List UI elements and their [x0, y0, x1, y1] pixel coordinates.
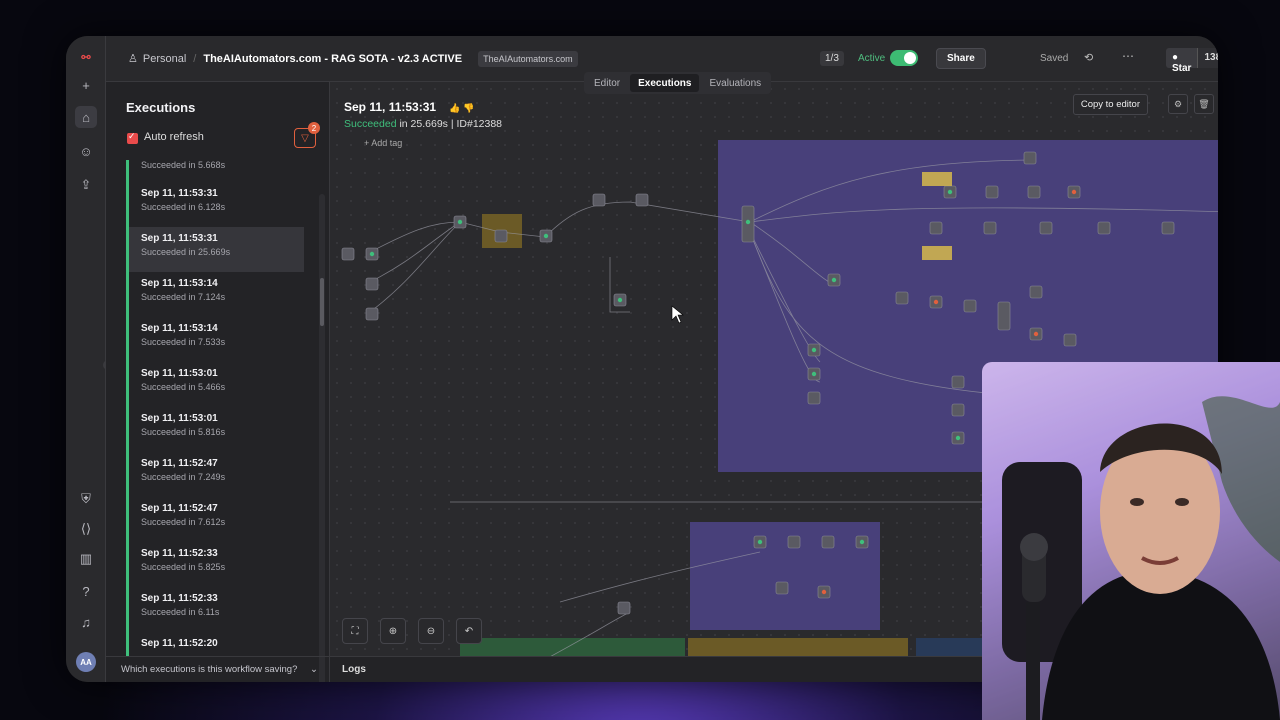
canvas-toolbar: ⛶ ⊕ ⊖ ↶ [342, 618, 482, 644]
reset-icon[interactable]: ↶ [456, 618, 482, 644]
list-item[interactable]: Sep 11, 11:53:14 Succeeded in 7.533s [126, 317, 304, 362]
list-item[interactable]: Sep 11, 11:52:20 [126, 632, 304, 656]
execution-status: Succeeded in 7.612s [141, 517, 226, 527]
zoom-out-icon[interactable]: ⊖ [418, 618, 444, 644]
sidebar-title: Executions [126, 100, 196, 115]
list-item[interactable]: Sep 11, 11:53:14 Succeeded in 7.124s [126, 272, 304, 317]
execution-date: Sep 11, 11:53:01 [141, 368, 218, 379]
execution-status: Succeeded in 5.825s [141, 562, 226, 572]
execution-status: Succeeded in 5.466s [141, 382, 226, 392]
github-icon: ● [1172, 52, 1179, 63]
github-star-count: 138,482 [1197, 48, 1218, 68]
logs-label: Logs [342, 664, 366, 675]
icon-sidebar: ⚯ + ⌂ ☺ ⇪ ⛨ ⟨⟩ ▥ ? ♫ AA [66, 36, 106, 682]
execution-date: Sep 11, 11:52:47 [141, 503, 218, 514]
share-button[interactable]: Share [936, 48, 986, 69]
execution-status: Succeeded in 5.668s [141, 160, 226, 170]
history-icon[interactable]: ⟲ [1084, 51, 1093, 64]
saved-status: Saved [1040, 53, 1069, 64]
list-item[interactable]: Succeeded in 5.668s [126, 160, 304, 182]
execution-status: Succeeded in 7.124s [141, 292, 226, 302]
tab-executions[interactable]: Executions [630, 74, 700, 92]
scrollbar-thumb[interactable] [320, 278, 324, 326]
share-icon[interactable]: ⇪ [75, 174, 97, 196]
github-star-button[interactable]: ● Star 138,482 [1166, 48, 1218, 74]
person-icon: ♙ [128, 53, 138, 65]
settings-icon[interactable]: ⚙ [1168, 94, 1188, 114]
tab-editor[interactable]: Editor [586, 74, 628, 92]
n8n-logo-icon[interactable]: ⚯ [75, 46, 97, 68]
status-word: Succeeded [344, 118, 397, 130]
execution-date: Sep 11, 11:52:33 [141, 593, 218, 604]
group-document-enrichment [688, 638, 908, 656]
auto-refresh-label[interactable]: Auto refresh [144, 131, 204, 143]
plus-icon[interactable]: + [75, 74, 97, 96]
status-detail: in 25.669s | ID#12388 [396, 118, 503, 130]
execution-status: Succeeded in 6.128s [141, 202, 226, 212]
execution-date: Sep 11, 11:52:33 [141, 548, 218, 559]
execution-status: Succeeded in 6.11s [141, 607, 220, 617]
active-label: Active [858, 53, 886, 64]
execution-status: Succeeded in 7.249s [141, 472, 226, 482]
execution-status-line: Succeeded in 25.669s | ID#12388 [344, 118, 502, 130]
version-counter: 1/3 [820, 51, 844, 66]
user-icon[interactable]: ☺ [75, 140, 97, 162]
zoom-in-icon[interactable]: ⊕ [380, 618, 406, 644]
auto-refresh-checkbox[interactable] [127, 131, 138, 144]
execution-date: Sep 11, 11:52:20 [141, 638, 218, 649]
more-icon[interactable]: ⋯ [1122, 49, 1134, 63]
breadcrumb-user[interactable]: ♙ Personal [128, 52, 186, 66]
help-icon[interactable]: ? [75, 580, 97, 602]
chart-icon[interactable]: ▥ [75, 548, 97, 570]
scrollbar-track[interactable] [319, 194, 325, 682]
add-tag-link[interactable]: + Add tag [364, 138, 402, 148]
presenter-video [982, 362, 1280, 720]
group-tabular-data [690, 522, 880, 630]
saving-info-label: Which executions is this workflow saving… [121, 664, 298, 675]
execution-status: Succeeded in 7.533s [141, 337, 226, 347]
webcam-overlay [982, 362, 1280, 720]
fit-view-icon[interactable]: ⛶ [342, 618, 368, 644]
avatar[interactable]: AA [76, 652, 96, 672]
active-toggle[interactable] [890, 50, 918, 66]
trash-icon[interactable]: 🗑 [1194, 94, 1214, 114]
mode-tabs: Editor Executions Evaluations [584, 72, 772, 94]
list-item[interactable]: Sep 11, 11:53:31 Succeeded in 6.128s [126, 182, 304, 227]
variables-icon[interactable]: ⟨⟩ [75, 518, 97, 540]
execution-date: Sep 11, 11:53:31 [141, 188, 218, 199]
list-item[interactable]: Sep 11, 11:53:01 Succeeded in 5.466s [126, 362, 304, 407]
group-record-manager [460, 638, 685, 656]
mouse-cursor-icon [671, 305, 684, 324]
saving-info-toggle[interactable]: Which executions is this workflow saving… [106, 656, 330, 682]
list-item-selected[interactable]: Sep 11, 11:53:31 Succeeded in 25.669s [126, 227, 304, 272]
executions-sidebar: Executions Auto refresh ▽ 2 Succeeded in… [106, 82, 330, 682]
workflow-title[interactable]: TheAIAutomators.com - RAG SOTA - v2.3 AC… [203, 53, 462, 65]
workflow-tag[interactable]: TheAIAutomators.com [478, 50, 578, 67]
execution-date: Sep 11, 11:53:14 [141, 323, 218, 334]
copy-to-editor-button[interactable]: Copy to editor [1072, 94, 1148, 115]
list-item[interactable]: Sep 11, 11:52:47 Succeeded in 7.249s [126, 452, 304, 497]
filter-count-badge: 2 [308, 122, 320, 134]
list-item[interactable]: Sep 11, 11:52:47 Succeeded in 7.612s [126, 497, 304, 542]
execution-date: Sep 11, 11:53:14 [141, 278, 218, 289]
shield-icon[interactable]: ⛨ [75, 488, 97, 510]
list-item[interactable]: Sep 11, 11:52:33 Succeeded in 6.11s [126, 587, 304, 632]
execution-status: Succeeded in 25.669s [141, 247, 231, 257]
breadcrumb-separator: / [193, 52, 197, 65]
execution-status: Succeeded in 5.816s [141, 427, 226, 437]
thumbs-icons[interactable]: 👍 👎 [449, 103, 474, 113]
chevron-down-icon: ⌄ [310, 664, 318, 675]
execution-date: Sep 11, 11:53:31 [141, 233, 218, 244]
home-icon[interactable]: ⌂ [75, 106, 97, 128]
execution-list: Succeeded in 5.668s Sep 11, 11:53:31 Suc… [126, 158, 304, 656]
execution-title: Sep 11, 11:53:31 👍 👎 [344, 100, 475, 114]
bell-icon[interactable]: ♫ [75, 611, 97, 633]
tab-evaluations[interactable]: Evaluations [701, 74, 769, 92]
execution-date: Sep 11, 11:53:01 [141, 413, 218, 424]
list-item[interactable]: Sep 11, 11:53:01 Succeeded in 5.816s [126, 407, 304, 452]
filter-icon: ▽ [301, 132, 309, 144]
list-item[interactable]: Sep 11, 11:52:33 Succeeded in 5.825s [126, 542, 304, 587]
execution-date: Sep 11, 11:52:47 [141, 458, 218, 469]
